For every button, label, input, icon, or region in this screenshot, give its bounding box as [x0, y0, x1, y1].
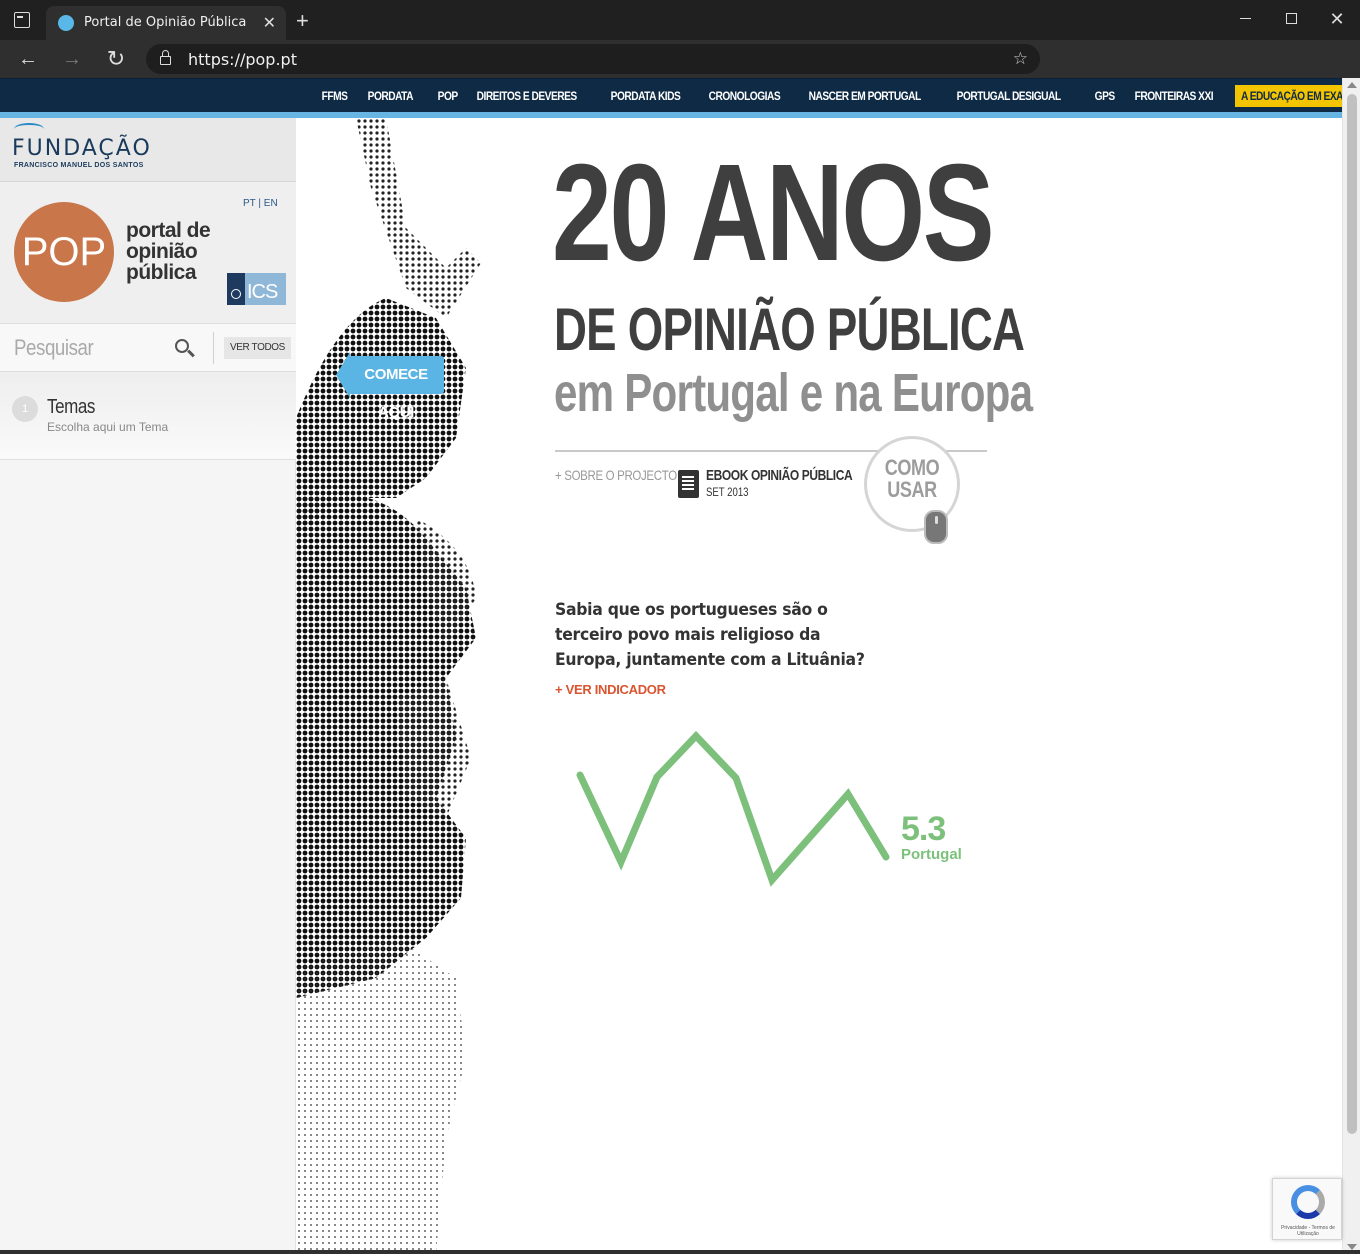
lang-pt-link[interactable]: PT	[243, 198, 256, 209]
headline-europa: em Portugal e na Europa	[554, 363, 1033, 423]
como-usar-line-2: USAR	[887, 477, 937, 502]
pop-text-line-2: opinião	[126, 240, 198, 263]
tab-title: Portal de Opinião Pública	[84, 15, 247, 30]
favicon-icon	[58, 15, 74, 31]
ver-todos-button[interactable]: VER TODOS	[224, 337, 291, 359]
mouse-icon	[924, 510, 948, 544]
sparkline-value: 5.3	[901, 810, 946, 848]
ebook-link[interactable]: EBOOK OPINIÃO PÚBLICA	[706, 467, 853, 484]
ver-indicador-link[interactable]: + VER INDICADOR	[555, 682, 666, 697]
nav-item-gps[interactable]: GPS	[1087, 89, 1122, 103]
language-switcher: PT | EN	[243, 198, 278, 209]
nav-item-direitos[interactable]: DIREITOS E DEVERES	[469, 89, 584, 103]
sidebar: FUNDAÇÃO FRANCISCO MANUEL DOS SANTOS PT …	[0, 118, 296, 1254]
recaptcha-terms: Privacidade - Termos de Utilização	[1281, 1225, 1335, 1237]
favorite-star-icon[interactable]: ☆	[1013, 49, 1028, 69]
address-bar: ← → ↻ https://pop.pt ☆	[0, 40, 1360, 78]
plus-icon: +	[555, 467, 562, 483]
forward-button[interactable]: →	[59, 46, 85, 72]
scroll-thumb[interactable]	[1347, 94, 1357, 1134]
pop-brand: PT | EN POP portal de opinião pública IC…	[0, 182, 296, 324]
nav-item-pordata-kids[interactable]: PORDATA KIDS	[603, 89, 688, 103]
minimize-button[interactable]	[1222, 4, 1268, 34]
site-nav: FFMS PORDATA POP DIREITOS E DEVERES PORD…	[0, 78, 1360, 112]
maximize-button[interactable]	[1268, 4, 1314, 34]
lock-icon[interactable]	[160, 50, 171, 65]
scroll-up-icon[interactable]	[1347, 82, 1357, 88]
comece-aqui-label: COMECE AQUI	[348, 356, 444, 421]
fact-text: Sabia que os portugueses são o terceiro …	[555, 600, 865, 670]
sobre-projecto-link[interactable]: + SOBRE O PROJECTO	[555, 467, 677, 483]
nav-item-pop[interactable]: POP	[430, 89, 465, 103]
nav-item-desigual[interactable]: PORTUGAL DESIGUAL	[949, 89, 1068, 103]
close-window-button[interactable]: ✕	[1314, 4, 1360, 34]
recaptcha-badge[interactable]: Privacidade - Termos de Utilização	[1272, 1178, 1342, 1240]
ics-logo-label: ICS	[247, 281, 278, 303]
sparkline-label: Portugal	[901, 846, 962, 863]
como-usar-label: COMO USAR	[875, 457, 949, 501]
pop-text-line-1: portal de	[126, 219, 211, 242]
ffms-subtitle: FRANCISCO MANUEL DOS SANTOS	[14, 162, 144, 169]
temas-title: Temas	[47, 396, 95, 418]
nav-item-fronteiras[interactable]: FRONTEIRAS XXI	[1127, 89, 1221, 103]
headline-20-anos: 20 ANOS	[552, 136, 995, 290]
nav-item-nascer[interactable]: NASCER EM PORTUGAL	[801, 89, 928, 103]
search-input[interactable]: Pesquisar	[14, 335, 142, 361]
como-usar-line-1: COMO	[884, 455, 940, 480]
sparkline-series	[576, 730, 890, 887]
recaptcha-icon	[1291, 1185, 1325, 1219]
halftone-illustration	[296, 118, 496, 1254]
search-divider	[213, 332, 214, 364]
lang-separator: |	[258, 198, 261, 209]
sparkline-chart[interactable]	[570, 720, 900, 900]
ics-logo-block	[227, 273, 245, 305]
ics-seal-icon	[231, 289, 241, 299]
scrollbar[interactable]	[1342, 78, 1360, 1254]
tab-actions-icon[interactable]	[14, 12, 30, 28]
ics-logo[interactable]: ICS	[227, 273, 286, 305]
pop-logo[interactable]: POP	[14, 202, 114, 302]
nav-item-cronologias[interactable]: CRONOLOGIAS	[701, 89, 788, 103]
nav-item-pordata[interactable]: PORDATA	[360, 89, 421, 103]
ffms-wave-icon	[14, 123, 44, 135]
headline-opiniao: DE OPINIÃO PÚBLICA	[554, 296, 1025, 363]
window-bottom-border	[0, 1250, 1360, 1254]
lang-en-link[interactable]: EN	[264, 198, 278, 209]
temas-menu[interactable]: 1 Temas Escolha aqui um Tema	[0, 372, 296, 460]
url-text[interactable]: https://pop.pt	[188, 50, 297, 69]
url-field[interactable]: https://pop.pt ☆	[146, 44, 1040, 74]
comece-aqui-button[interactable]: COMECE AQUI	[336, 352, 444, 421]
pop-logo-text[interactable]: portal de opinião pública	[126, 220, 236, 283]
sobre-projecto-label: SOBRE O PROJECTO	[564, 467, 677, 483]
reload-button[interactable]: ↻	[103, 46, 129, 72]
nav-item-ffms[interactable]: FFMS	[314, 89, 355, 103]
temas-subtitle: Escolha aqui um Tema	[47, 420, 169, 434]
browser-tab[interactable]: Portal de Opinião Pública ✕	[46, 6, 286, 40]
ffms-title: FUNDAÇÃO	[12, 136, 152, 161]
temas-step-badge: 1	[12, 396, 38, 422]
search-bar: Pesquisar VER TODOS	[0, 324, 296, 372]
back-button[interactable]: ←	[15, 46, 41, 72]
ebook-date: SET 2013	[706, 485, 749, 499]
ffms-logo[interactable]: FUNDAÇÃO FRANCISCO MANUEL DOS SANTOS	[0, 118, 296, 182]
browser-titlebar: Portal de Opinião Pública ✕ + ✕	[0, 0, 1360, 40]
new-tab-button[interactable]: +	[296, 8, 309, 34]
pop-text-line-3: pública	[126, 261, 197, 284]
ebook-icon[interactable]	[678, 470, 699, 498]
search-icon[interactable]	[175, 339, 189, 353]
close-tab-icon[interactable]: ✕	[263, 13, 276, 33]
